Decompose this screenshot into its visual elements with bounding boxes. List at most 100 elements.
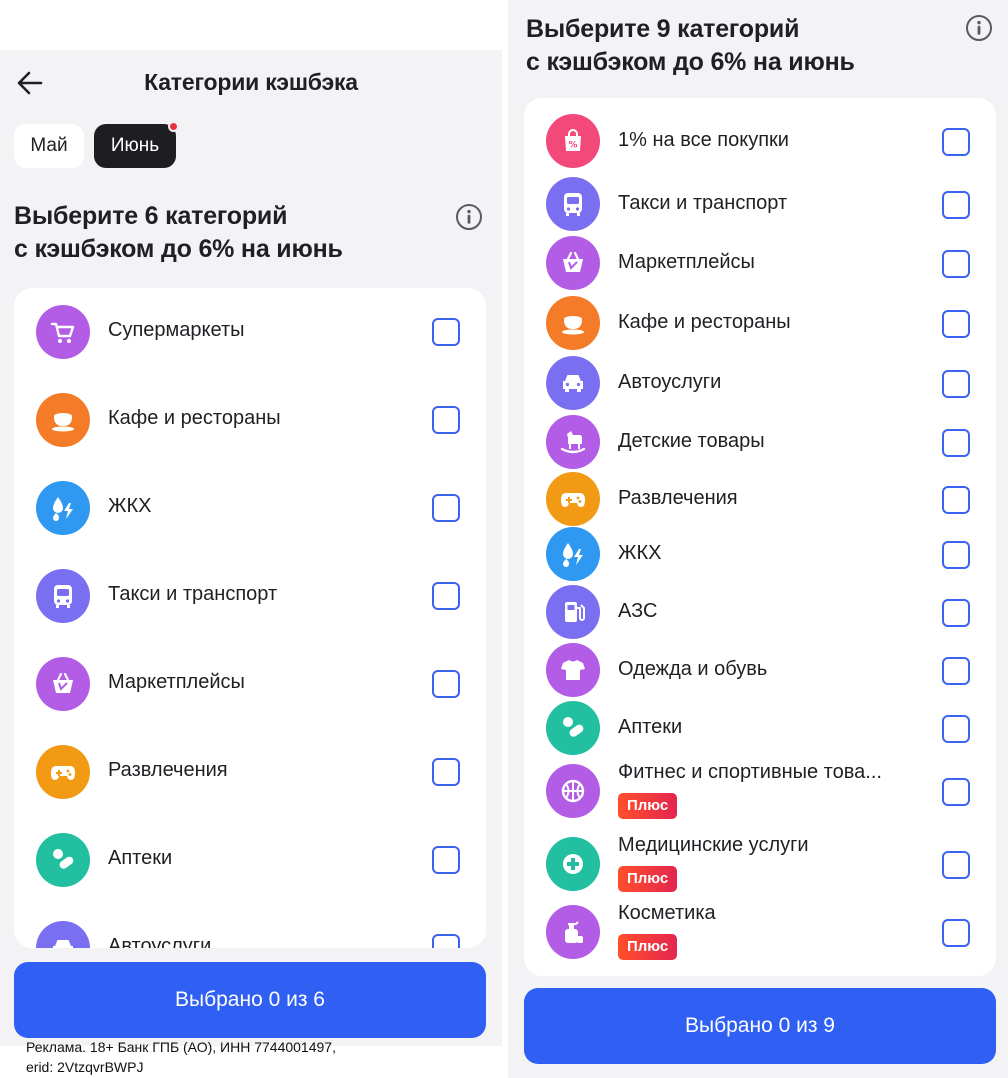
category-checkbox[interactable] bbox=[432, 758, 460, 786]
category-checkbox[interactable] bbox=[432, 582, 460, 610]
category-list: % 1% на все покупки Такси и транспорт Ма… bbox=[524, 98, 996, 976]
right-screen: Выберите 9 категорий с кэшбэком до 6% на… bbox=[508, 0, 1008, 1078]
heading-line-2: с кэшбэком до 6% на июнь bbox=[526, 48, 855, 76]
info-button[interactable] bbox=[455, 203, 483, 231]
tab-may[interactable]: Май bbox=[14, 124, 84, 168]
category-label: Маркетплейсы bbox=[108, 671, 245, 693]
section-heading: Выберите 9 категорий с кэшбэком до 6% на… bbox=[526, 13, 946, 79]
selected-count-button[interactable]: Выбрано 0 из 9 bbox=[524, 988, 996, 1064]
list-item[interactable]: ЖКХ bbox=[14, 464, 486, 552]
heading-line-2: с кэшбэком до 6% на июнь bbox=[14, 235, 343, 263]
category-checkbox[interactable] bbox=[942, 191, 970, 219]
category-label: Косметика bbox=[618, 902, 716, 924]
list-item[interactable]: Маркетплейсы bbox=[524, 234, 996, 292]
category-checkbox[interactable] bbox=[942, 851, 970, 879]
plus-badge: Плюс bbox=[618, 934, 678, 960]
category-label: Одежда и обувь bbox=[618, 658, 768, 680]
list-item[interactable]: Аптеки bbox=[524, 699, 996, 757]
category-label: Маркетплейсы bbox=[618, 251, 755, 273]
category-checkbox[interactable] bbox=[942, 370, 970, 398]
category-checkbox[interactable] bbox=[432, 318, 460, 346]
bus-icon bbox=[546, 177, 600, 231]
category-label: Автоуслуги bbox=[618, 371, 722, 393]
info-button[interactable] bbox=[965, 14, 993, 42]
category-checkbox[interactable] bbox=[432, 670, 460, 698]
list-item[interactable]: Детские товары bbox=[524, 413, 996, 471]
list-item[interactable]: Автоуслуги bbox=[14, 904, 486, 948]
list-item[interactable]: Фитнес и спортивные това... Плюс bbox=[524, 756, 996, 826]
basket-icon bbox=[546, 236, 600, 290]
notification-dot bbox=[168, 121, 179, 132]
tab-june-label: Июнь bbox=[110, 135, 160, 156]
category-label: 1% на все покупки bbox=[618, 129, 789, 151]
category-label: Такси и транспорт bbox=[618, 192, 788, 214]
heading-line-1: Выберите 6 категорий bbox=[14, 202, 288, 230]
info-icon bbox=[456, 204, 482, 230]
category-checkbox[interactable] bbox=[432, 846, 460, 874]
list-item[interactable]: АЗС bbox=[524, 583, 996, 641]
tshirt-icon bbox=[546, 643, 600, 697]
list-item[interactable]: Автоуслуги bbox=[524, 354, 996, 412]
selected-count-button[interactable]: Выбрано 0 из 6 bbox=[14, 962, 486, 1038]
list-item[interactable]: ЖКХ bbox=[524, 525, 996, 583]
list-item[interactable]: Кафе и рестораны bbox=[524, 294, 996, 352]
cosmetics-icon bbox=[546, 905, 600, 959]
category-checkbox[interactable] bbox=[432, 406, 460, 434]
section-heading: Выберите 6 категорий с кэшбэком до 6% на… bbox=[14, 200, 434, 266]
list-item[interactable]: Такси и транспорт bbox=[524, 175, 996, 233]
fuel-icon bbox=[546, 585, 600, 639]
list-item[interactable]: Косметика Плюс bbox=[524, 897, 996, 967]
category-label: АЗС bbox=[618, 600, 658, 622]
list-item[interactable]: Развлечения bbox=[14, 728, 486, 816]
teacup-icon bbox=[546, 296, 600, 350]
plus-badge: Плюс bbox=[618, 866, 678, 892]
category-checkbox[interactable] bbox=[942, 657, 970, 685]
category-label: Фитнес и спортивные това... bbox=[618, 761, 882, 783]
category-label: Аптеки bbox=[618, 716, 683, 738]
category-checkbox[interactable] bbox=[942, 715, 970, 743]
category-list: Супермаркеты Кафе и рестораны ЖКХ Такси … bbox=[14, 288, 486, 948]
info-icon bbox=[966, 15, 992, 41]
gamepad-icon bbox=[546, 472, 600, 526]
ad-line-1: Реклама. 18+ Банк ГПБ (АО), ИНН 77440014… bbox=[26, 1039, 336, 1055]
category-checkbox[interactable] bbox=[942, 250, 970, 278]
category-checkbox[interactable] bbox=[942, 919, 970, 947]
pill-icon bbox=[36, 833, 90, 887]
category-checkbox[interactable] bbox=[942, 128, 970, 156]
ball-icon bbox=[546, 764, 600, 818]
list-item[interactable]: Супермаркеты bbox=[14, 288, 486, 376]
category-checkbox[interactable] bbox=[942, 599, 970, 627]
category-label: ЖКХ bbox=[618, 542, 662, 564]
list-item[interactable]: Одежда и обувь bbox=[524, 641, 996, 699]
category-label: Кафе и рестораны bbox=[618, 311, 791, 333]
top-bar: Категории кэшбэка bbox=[0, 50, 502, 114]
category-label: Аптеки bbox=[108, 847, 173, 869]
category-label: Супермаркеты bbox=[108, 319, 245, 341]
list-item[interactable]: Аптеки bbox=[14, 816, 486, 904]
plus-badge: Плюс bbox=[618, 793, 678, 819]
car-icon bbox=[546, 356, 600, 410]
list-item[interactable]: Развлечения bbox=[524, 470, 996, 528]
category-checkbox[interactable] bbox=[942, 310, 970, 338]
heading-line-1: Выберите 9 категорий bbox=[526, 15, 800, 43]
category-checkbox[interactable] bbox=[942, 486, 970, 514]
category-label: Медицинские услуги bbox=[618, 834, 809, 856]
category-label: Кафе и рестораны bbox=[108, 407, 281, 429]
list-item[interactable]: Кафе и рестораны bbox=[14, 376, 486, 464]
category-label: Такси и транспорт bbox=[108, 583, 278, 605]
category-checkbox[interactable] bbox=[942, 429, 970, 457]
category-checkbox[interactable] bbox=[942, 778, 970, 806]
utilities-icon bbox=[36, 481, 90, 535]
car-icon bbox=[36, 921, 90, 948]
list-item[interactable]: Медицинские услуги Плюс bbox=[524, 829, 996, 899]
tab-june[interactable]: Июнь bbox=[94, 121, 179, 168]
svg-text:%: % bbox=[568, 141, 577, 151]
list-item[interactable]: % 1% на все покупки bbox=[524, 112, 996, 170]
ad-disclaimer: Реклама. 18+ Банк ГПБ (АО), ИНН 77440014… bbox=[26, 1037, 486, 1077]
category-checkbox[interactable] bbox=[942, 541, 970, 569]
list-item[interactable]: Маркетплейсы bbox=[14, 640, 486, 728]
category-label: Развлечения bbox=[108, 759, 228, 781]
category-checkbox[interactable] bbox=[432, 494, 460, 522]
list-item[interactable]: Такси и транспорт bbox=[14, 552, 486, 640]
category-checkbox[interactable] bbox=[432, 934, 460, 948]
